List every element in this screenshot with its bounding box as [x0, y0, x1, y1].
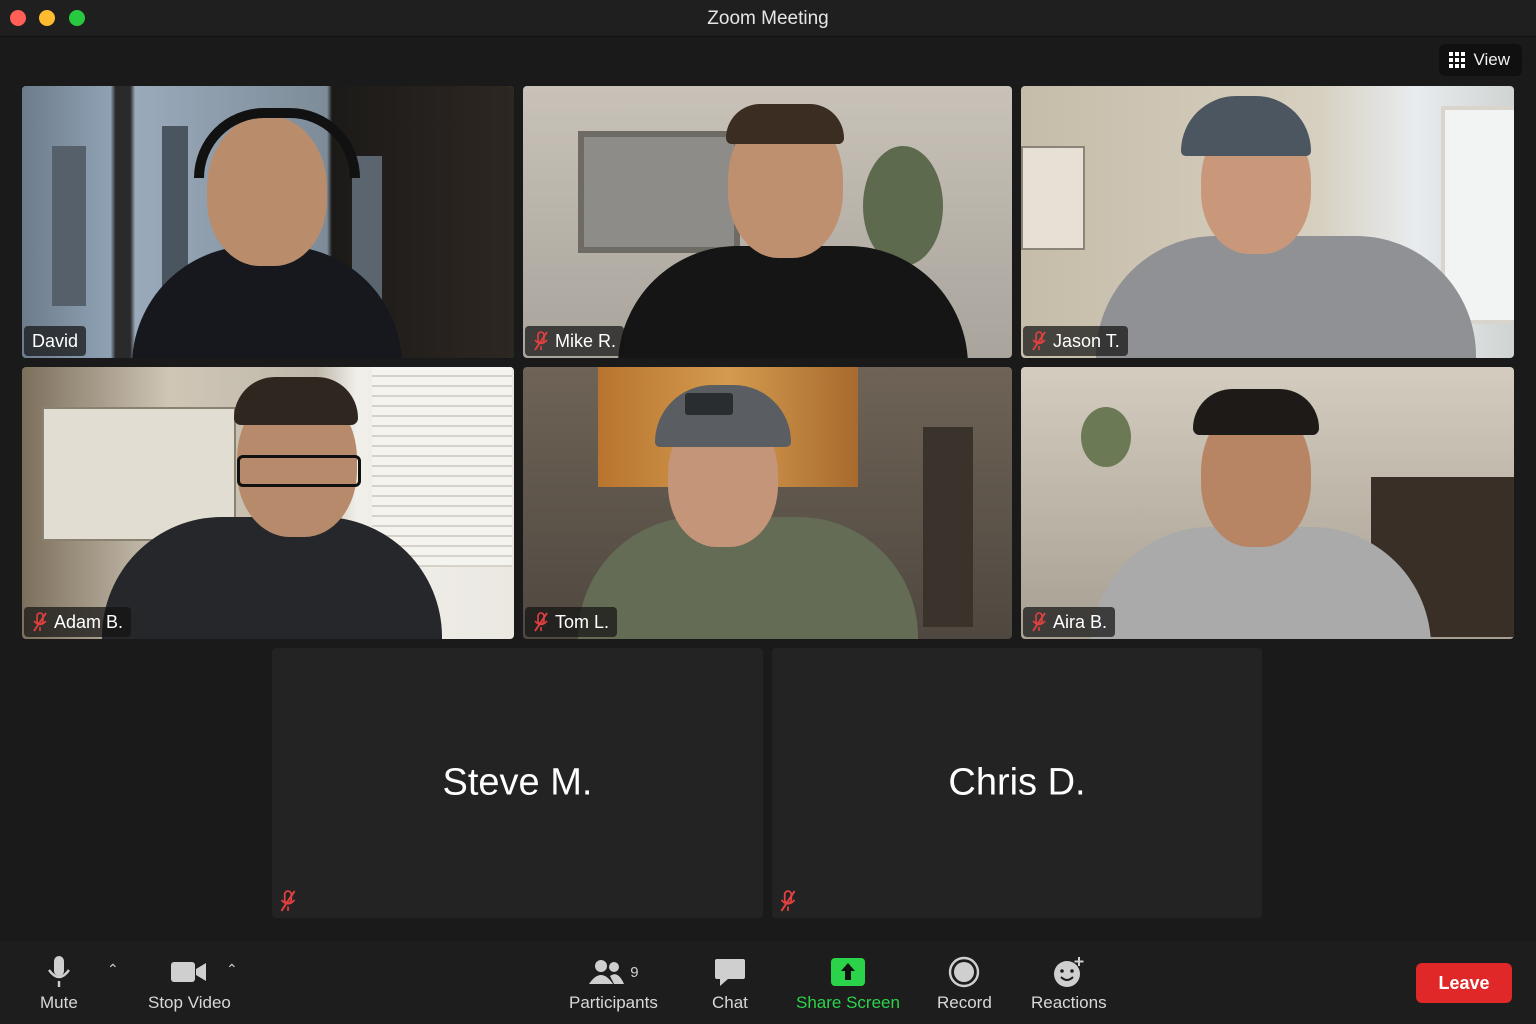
chat-label: Chat	[712, 993, 748, 1012]
video-feed	[523, 86, 1012, 358]
participant-name: Jason T.	[1053, 330, 1120, 351]
mute-button[interactable]: Mute	[40, 951, 78, 1013]
meeting-toolbar: Mute ⌃ Stop Video ⌃ 9 Participants Chat …	[0, 941, 1536, 1024]
video-tile-david[interactable]: David	[22, 86, 514, 358]
reactions-button[interactable]: Reactions	[1031, 951, 1107, 1013]
chat-button[interactable]: Chat	[712, 951, 748, 1013]
participants-label: Participants	[569, 993, 658, 1012]
video-tile-tom[interactable]: Tom L.	[523, 367, 1012, 639]
participants-count: 9	[630, 963, 639, 981]
participant-name-tag: Jason T.	[1023, 326, 1128, 356]
video-camera-icon	[170, 951, 208, 993]
stop-video-button[interactable]: Stop Video	[148, 951, 231, 1013]
muted-mic-icon	[533, 331, 549, 351]
leave-button[interactable]: Leave	[1416, 963, 1512, 1003]
chat-bubble-icon	[714, 951, 746, 993]
share-screen-button[interactable]: Share Screen	[796, 951, 900, 1013]
video-tile-jason[interactable]: Jason T.	[1021, 86, 1514, 358]
record-label: Record	[937, 993, 992, 1012]
video-feed	[1021, 86, 1514, 358]
participant-name-tag: Adam B.	[24, 607, 132, 637]
stop-video-label: Stop Video	[148, 993, 231, 1012]
title-bar: Zoom Meeting	[0, 0, 1536, 37]
window-title: Zoom Meeting	[707, 8, 829, 29]
grid-view-icon	[1449, 52, 1466, 68]
muted-mic-icon	[1031, 331, 1047, 351]
video-tile-mike[interactable]: Mike R.	[523, 86, 1012, 358]
mute-label: Mute	[40, 993, 78, 1012]
video-tile-aira[interactable]: Aira B.	[1021, 367, 1514, 639]
meeting-gallery: View David Mike R. Jason T. Adam B. Tom …	[0, 37, 1536, 941]
video-feed	[1021, 367, 1514, 639]
video-feed	[22, 86, 514, 358]
participants-icon: 9	[588, 951, 639, 993]
participant-name-tag: Aira B.	[1023, 607, 1116, 637]
audio-options-chevron-up-icon[interactable]: ⌃	[107, 961, 119, 978]
share-screen-label: Share Screen	[796, 993, 900, 1012]
share-screen-arrow-icon	[830, 951, 865, 993]
smiley-plus-icon	[1052, 951, 1086, 993]
participant-name: David	[32, 330, 79, 351]
video-tile-adam[interactable]: Adam B.	[22, 367, 514, 639]
muted-mic-icon	[533, 612, 549, 632]
participant-name-tag: David	[24, 326, 87, 356]
view-button[interactable]: View	[1439, 44, 1522, 76]
participants-button[interactable]: 9 Participants	[569, 951, 658, 1013]
microphone-icon	[46, 951, 72, 993]
record-button[interactable]: Record	[937, 951, 992, 1013]
participant-name: Tom L.	[555, 611, 610, 632]
participant-name: Aira B.	[1053, 611, 1108, 632]
participant-name: Adam B.	[54, 611, 124, 632]
view-label: View	[1473, 50, 1510, 69]
video-feed	[22, 367, 514, 639]
record-icon	[948, 951, 980, 993]
video-tile-steve[interactable]: Steve M.	[272, 648, 763, 918]
muted-mic-icon	[278, 890, 298, 912]
muted-mic-icon	[1031, 612, 1047, 632]
muted-mic-icon	[32, 612, 48, 632]
video-tile-chris[interactable]: Chris D.	[772, 648, 1262, 918]
participant-name-tag: Tom L.	[525, 607, 618, 637]
reactions-label: Reactions	[1031, 993, 1107, 1012]
participant-name: Steve M.	[442, 761, 593, 804]
participant-name-tag: Mike R.	[525, 326, 625, 356]
participant-name: Mike R.	[555, 330, 617, 351]
participant-name: Chris D.	[948, 761, 1086, 804]
muted-mic-icon	[778, 890, 798, 912]
video-feed	[523, 367, 1012, 639]
video-options-chevron-up-icon[interactable]: ⌃	[226, 961, 238, 978]
